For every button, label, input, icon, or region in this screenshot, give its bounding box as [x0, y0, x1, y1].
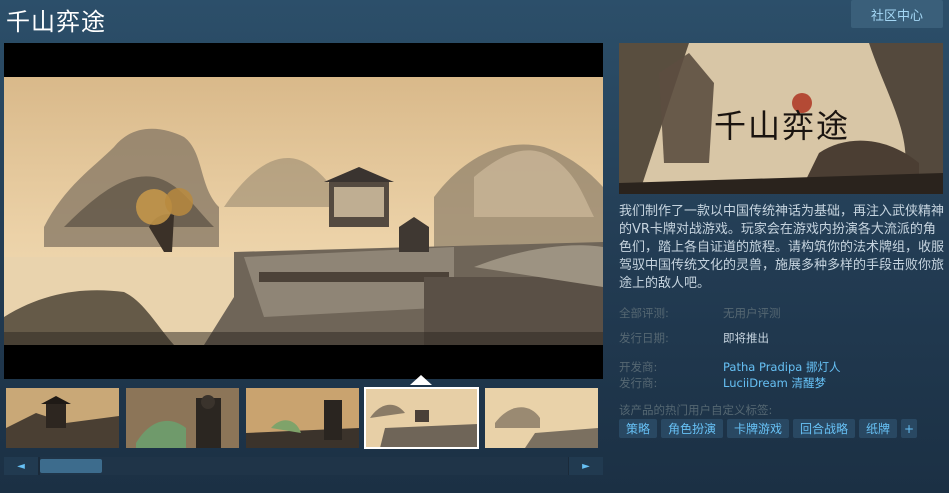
thumbnail-1-image: [6, 388, 119, 448]
scroll-handle[interactable]: [40, 459, 102, 473]
community-hub-button[interactable]: 社区中心: [851, 0, 943, 28]
release-date-label: 发行日期:: [619, 331, 669, 345]
page-title: 千山弈途: [6, 8, 106, 36]
selected-thumbnail-indicator: [410, 375, 432, 385]
scroll-right-icon[interactable]: ►: [569, 457, 603, 475]
main-screenshot[interactable]: [4, 43, 603, 379]
publisher-label: 发行商:: [619, 376, 658, 390]
capsule-logo-text: 千山弈途: [714, 107, 851, 145]
reviews-value: 无用户评测: [723, 306, 781, 320]
thumbnail-2[interactable]: [126, 388, 239, 448]
thumbnail-3-image: [246, 388, 359, 448]
thumbnail-4[interactable]: [364, 387, 479, 449]
screenshot-image: [4, 77, 603, 345]
more-tags-button[interactable]: +: [901, 419, 917, 438]
thumbnail-5[interactable]: [485, 388, 598, 448]
thumbnail-4-image: [365, 388, 478, 448]
publisher-link[interactable]: LuciiDream 清醒梦: [723, 375, 826, 391]
thumbnail-3[interactable]: [246, 388, 359, 448]
scroll-track[interactable]: [40, 457, 568, 475]
header-capsule-image: 千山弈途: [619, 43, 943, 194]
tag-item[interactable]: 角色扮演: [661, 419, 723, 438]
thumbnail-5-image: [485, 388, 598, 448]
thumbnail-scrollbar[interactable]: ◄ ►: [4, 457, 603, 475]
thumbnail-1[interactable]: [6, 388, 119, 448]
developer-label: 开发商:: [619, 360, 658, 374]
thumbnail-strip: [4, 385, 603, 450]
scroll-left-icon[interactable]: ◄: [4, 457, 38, 475]
tag-item[interactable]: 纸牌: [859, 419, 897, 438]
game-description: 我们制作了一款以中国传统神话为基础，再注入武侠精神的VR卡牌对战游戏。玩家会在游…: [619, 204, 945, 291]
thumbnail-2-image: [126, 388, 239, 448]
tags-label: 该产品的热门用户自定义标签:: [619, 403, 773, 417]
release-date-value: 即将推出: [723, 331, 769, 345]
reviews-label: 全部评测:: [619, 306, 669, 320]
tag-item[interactable]: 策略: [619, 419, 657, 438]
tag-item[interactable]: 卡牌游戏: [727, 419, 789, 438]
developer-link[interactable]: Patha Pradipa 挪灯人: [723, 359, 840, 375]
tag-item[interactable]: 回合战略: [793, 419, 855, 438]
